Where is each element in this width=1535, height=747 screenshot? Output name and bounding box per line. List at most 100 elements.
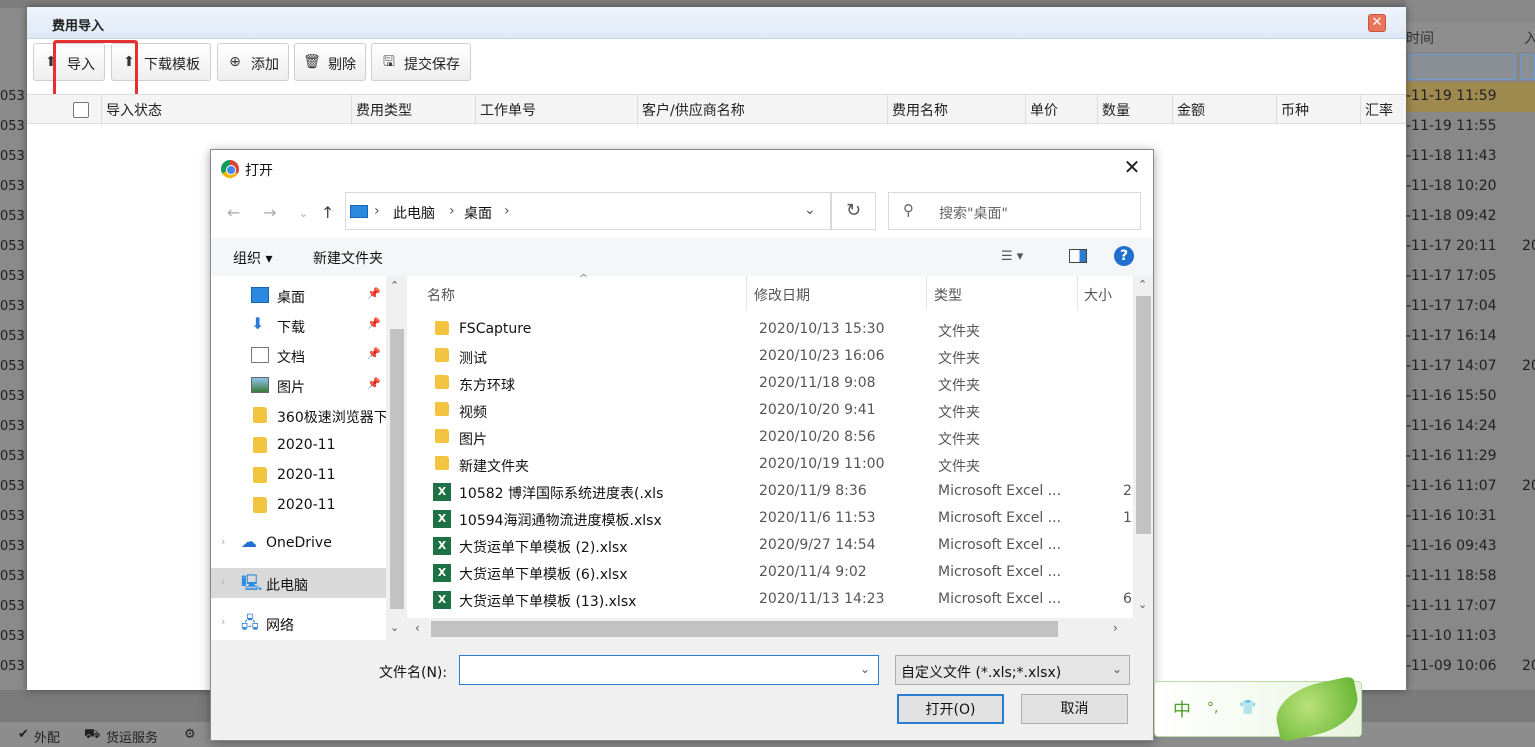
background-table-row[interactable]: -11-19 11:55 [1406, 112, 1535, 142]
header-date-modified[interactable]: 修改日期 [754, 285, 810, 305]
col-unit-price[interactable]: 单价 [1025, 95, 1097, 125]
remove-button[interactable]: 🗑 剔除 [294, 43, 366, 81]
scrollbar-thumb[interactable] [1136, 296, 1151, 534]
new-folder-button[interactable]: 新建文件夹 [313, 248, 383, 268]
chevron-down-icon[interactable]: ⌄ [1112, 662, 1122, 676]
add-button[interactable]: ⊕ 添加 [217, 43, 289, 81]
col-quantity[interactable]: 数量 [1097, 95, 1172, 125]
window-close-button[interactable]: ✕ [1368, 14, 1386, 32]
background-table-row[interactable]: -11-18 11:43 [1406, 142, 1535, 172]
forward-arrow-icon[interactable]: → [263, 203, 276, 222]
scroll-up-icon[interactable]: ⌃ [1138, 278, 1147, 291]
view-options-icon[interactable]: ☰ ▾ [1001, 249, 1023, 264]
back-arrow-icon[interactable]: ← [227, 203, 240, 222]
background-table-row[interactable]: -11-16 15:50 [1406, 382, 1535, 412]
background-table-row[interactable]: -11-17 14:07 20 [1406, 352, 1535, 382]
scrollbar-thumb[interactable] [431, 621, 1058, 637]
breadcrumb-this-pc[interactable]: 此电脑 [393, 203, 435, 223]
scroll-right-icon[interactable]: › [1113, 621, 1118, 635]
filetype-select[interactable]: 自定义文件 (*.xls;*.xlsx) ⌄ [895, 655, 1130, 685]
file-row[interactable]: X 大货运单下单模板 (6).xlsx 2020/11/4 9:02 Microsof… [407, 560, 1133, 587]
scroll-left-icon[interactable]: ‹ [415, 621, 420, 635]
column-separator[interactable] [1077, 276, 1078, 310]
nav-item[interactable]: ⬇ 下载 📌 [211, 310, 386, 340]
file-list-horizontal-scrollbar[interactable]: ‹ › [407, 618, 1153, 640]
file-row[interactable]: X 大货运单下单模板 (13).xlsx 2020/11/13 14:23 Micro… [407, 587, 1133, 614]
column-separator[interactable] [926, 276, 927, 310]
file-row[interactable]: 视频 2020/10/20 9:41 文件夹 [407, 398, 1133, 425]
file-row[interactable]: X 大货运单下单模板 (2).xlsx 2020/9/27 14:54 Microso… [407, 533, 1133, 560]
chevron-down-icon[interactable]: ⌄ [804, 202, 816, 218]
background-table-row[interactable]: -11-17 16:14 [1406, 322, 1535, 352]
ime-status-bar[interactable]: 中 °, 👕 [1154, 675, 1364, 743]
chevron-down-icon[interactable]: ⌄ [860, 662, 870, 676]
background-table-row[interactable]: -11-16 11:07 20 [1406, 472, 1535, 502]
nav-item[interactable]: 360极速浏览器下 [211, 400, 387, 430]
background-table-row[interactable]: -11-17 20:11 20 [1406, 232, 1535, 262]
filename-input[interactable]: ⌄ [459, 655, 879, 685]
background-table-row[interactable]: -11-11 17:07 [1406, 592, 1535, 622]
background-filter-input-2[interactable] [1520, 54, 1535, 80]
expand-chevron-icon[interactable]: › [221, 575, 225, 588]
file-row[interactable]: 东方环球 2020/11/18 9:08 文件夹 [407, 371, 1133, 398]
recent-dropdown-icon[interactable]: ⌄ [299, 207, 308, 220]
scroll-down-icon[interactable]: ⌄ [1138, 598, 1147, 611]
background-table-row[interactable]: -11-16 14:24 [1406, 412, 1535, 442]
col-import-status[interactable]: 导入状态 [101, 95, 351, 125]
organize-menu[interactable]: 组织 ▾ [233, 248, 272, 268]
tree-item[interactable]: › 🖧 网络 [211, 608, 386, 638]
file-list-vertical-scrollbar[interactable]: ⌃ ⌄ [1133, 276, 1153, 618]
col-fee-type[interactable]: 费用类型 [351, 95, 475, 125]
expand-chevron-icon[interactable]: › [221, 615, 225, 628]
up-arrow-icon[interactable]: ↑ [321, 203, 334, 222]
column-separator[interactable] [746, 276, 747, 310]
select-all-checkbox[interactable] [73, 102, 89, 118]
background-table-row[interactable]: -11-09 10:06 20 [1406, 652, 1535, 682]
file-row[interactable]: 图片 2020/10/20 8:56 文件夹 [407, 425, 1133, 452]
file-row[interactable]: FSCapture 2020/10/13 15:30 文件夹 [407, 317, 1133, 344]
background-table-row[interactable]: -11-18 10:20 [1406, 172, 1535, 202]
dialog-close-icon[interactable]: ✕ [1121, 156, 1143, 178]
ime-mode[interactable]: 中 [1173, 696, 1191, 722]
col-customer-supplier[interactable]: 客户/供应商名称 [637, 95, 887, 125]
preview-pane-icon[interactable] [1069, 249, 1087, 263]
submit-save-button[interactable]: 🖫 提交保存 [371, 43, 471, 81]
background-table-row[interactable]: -11-16 09:43 [1406, 532, 1535, 562]
help-icon[interactable]: ? [1114, 246, 1134, 266]
expand-chevron-icon[interactable]: › [221, 535, 225, 548]
background-filter-input[interactable] [1408, 54, 1516, 80]
ime-skin-icon[interactable]: 👕 [1239, 700, 1256, 716]
background-table-row[interactable]: -11-17 17:04 [1406, 292, 1535, 322]
nav-item[interactable]: 2020-11 [211, 430, 386, 460]
breadcrumb-desktop[interactable]: 桌面 [464, 203, 492, 223]
background-table-row[interactable]: -11-11 18:58 [1406, 562, 1535, 592]
cancel-button[interactable]: 取消 [1021, 694, 1128, 724]
footer-item-waipei[interactable]: 外配 [34, 727, 60, 746]
ime-punctuation[interactable]: °, [1207, 700, 1218, 716]
search-box[interactable]: ⚲ 搜索"桌面" [888, 192, 1141, 230]
chevron-right-icon[interactable]: › [504, 203, 510, 219]
file-row[interactable]: X 10582 博洋国际系统进度表(.xls 2020/11/9 8:36 Micro… [407, 479, 1133, 506]
address-bar[interactable]: › 此电脑 › 桌面 › ⌄ [345, 192, 831, 230]
background-table-row[interactable]: -11-16 10:31 [1406, 502, 1535, 532]
file-row[interactable]: 测试 2020/10/23 16:06 文件夹 [407, 344, 1133, 371]
background-table-row[interactable]: -11-17 17:05 [1406, 262, 1535, 292]
col-currency[interactable]: 币种 [1276, 95, 1360, 125]
refresh-button[interactable]: ↻ [831, 192, 876, 230]
navigation-pane-scrollbar[interactable]: ⌃ ⌄ [386, 276, 406, 640]
open-button[interactable]: 打开(O) [897, 694, 1004, 724]
header-name[interactable]: 名称 [427, 285, 455, 305]
footer-gear-icon[interactable]: ⚙ [184, 727, 196, 742]
scrollbar-thumb[interactable] [390, 329, 404, 609]
background-table-row[interactable]: -11-10 11:03 [1406, 622, 1535, 652]
nav-item[interactable]: 桌面 📌 [211, 280, 386, 310]
chevron-right-icon[interactable]: › [374, 203, 380, 219]
background-table-row[interactable]: -11-18 09:42 [1406, 202, 1535, 232]
footer-item-huoyun[interactable]: 货运服务 [106, 727, 158, 746]
nav-item[interactable]: 2020-11 [211, 460, 386, 490]
tree-item[interactable]: › ☁ OneDrive [211, 528, 386, 558]
background-table-row[interactable]: -11-16 11:29 [1406, 442, 1535, 472]
chevron-right-icon[interactable]: › [449, 203, 455, 219]
nav-item[interactable]: 图片 📌 [211, 370, 386, 400]
scroll-down-icon[interactable]: ⌄ [390, 621, 399, 634]
